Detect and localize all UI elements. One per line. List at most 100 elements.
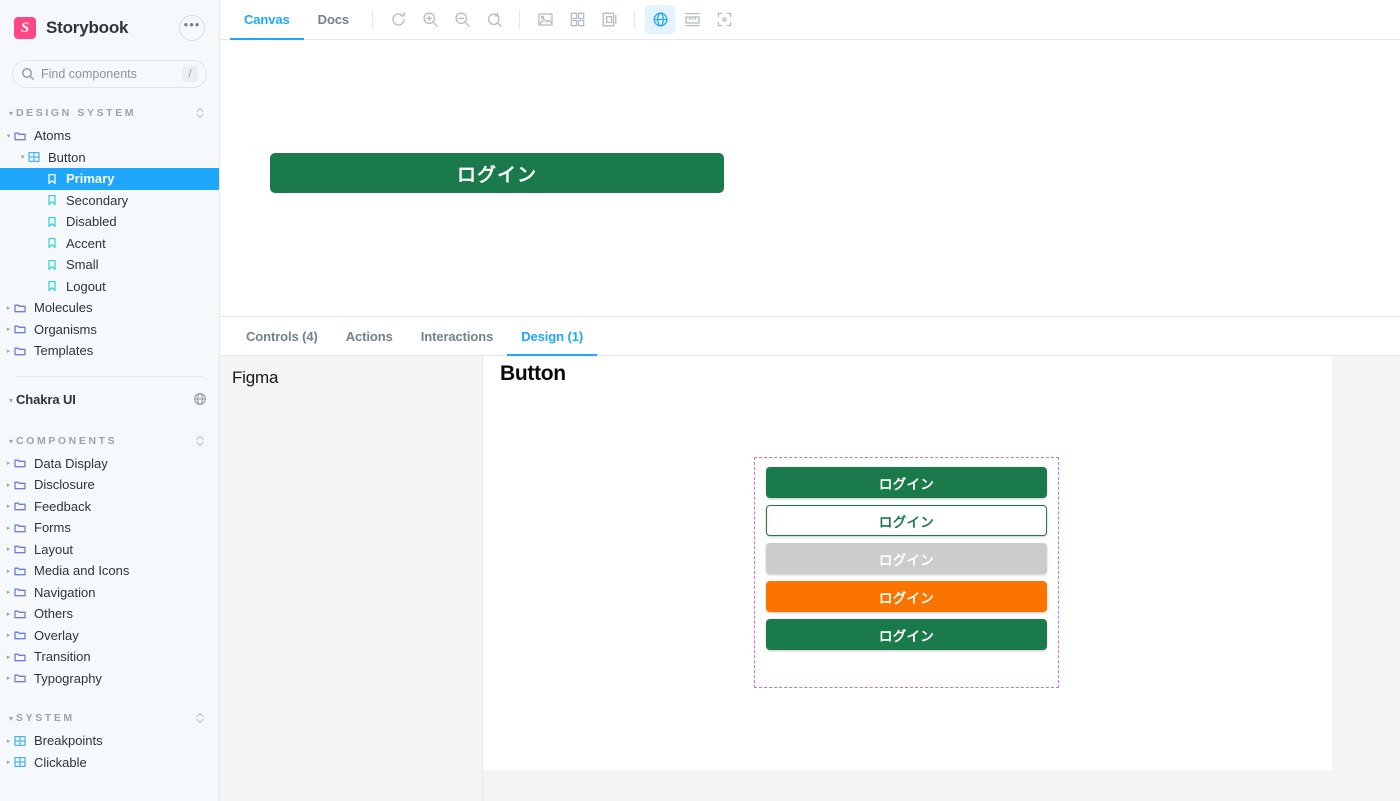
folder-icon — [13, 672, 27, 684]
chevron-right-icon[interactable]: ▸ — [4, 545, 13, 553]
sidebar-item-clickable[interactable]: ▸ Clickable — [0, 752, 219, 774]
expand-collapse-icon[interactable] — [193, 433, 207, 449]
chevron-right-icon[interactable]: ▸ — [4, 737, 13, 745]
sidebar-item-breakpoints[interactable]: ▸ Breakpoints — [0, 730, 219, 752]
figma-button-disabled[interactable]: ログイン — [766, 543, 1047, 574]
chevron-right-icon[interactable]: ▸ — [4, 674, 13, 682]
design-addon-body: Figma Button ログイン ログイン ログイン ログイン ログイン — [220, 356, 1400, 801]
tab-canvas[interactable]: Canvas — [230, 0, 304, 40]
chevron-down-icon[interactable]: ▾ — [4, 132, 13, 140]
chevron-right-icon[interactable]: ▸ — [4, 459, 13, 467]
sidebar-item-accent[interactable]: Accent — [0, 233, 219, 255]
measure-icon[interactable] — [677, 5, 707, 34]
chevron-down-icon[interactable]: ▾ — [18, 153, 27, 161]
background-icon[interactable] — [530, 5, 560, 34]
sidebar-item-navigation[interactable]: ▸ Navigation — [0, 582, 219, 604]
folder-icon — [13, 565, 27, 577]
sidebar-item-others[interactable]: ▸ Others — [0, 603, 219, 625]
component-tree: ▾ DESIGN SYSTEM ▾ Atoms ▾ Button Primary Second… — [0, 102, 219, 773]
figma-selection-frame[interactable]: ログイン ログイン ログイン ログイン ログイン — [754, 457, 1059, 688]
sidebar-section-system[interactable]: ▾ SYSTEM — [0, 707, 219, 730]
figma-button-accent[interactable]: ログイン — [766, 581, 1047, 612]
sidebar-item-overlay[interactable]: ▸ Overlay — [0, 625, 219, 647]
sidebar-item-label: Atoms — [34, 128, 71, 144]
toolbar-zoom-group — [382, 0, 510, 39]
folder-icon — [13, 323, 27, 335]
sidebar-item-label: Layout — [34, 541, 74, 557]
figma-button-logout[interactable]: ログイン — [766, 619, 1047, 650]
sidebar-item-label: Disabled — [66, 214, 117, 230]
sidebar-item-molecules[interactable]: ▸ Molecules — [0, 297, 219, 319]
sidebar-item-templates[interactable]: ▸ Templates — [0, 340, 219, 362]
globe-icon[interactable] — [193, 392, 207, 408]
chevron-right-icon[interactable]: ▸ — [4, 610, 13, 618]
sidebar-item-primary[interactable]: Primary — [0, 168, 219, 190]
sidebar-item-label: Primary — [66, 171, 115, 187]
addon-tab-interactions[interactable]: Interactions — [407, 317, 507, 355]
sidebar-item-label: Forms — [34, 520, 71, 536]
chevron-down-icon: ▾ — [8, 436, 13, 446]
chevron-right-icon[interactable]: ▸ — [4, 631, 13, 639]
sidebar-item-forms[interactable]: ▸ Forms — [0, 517, 219, 539]
sidebar-item-label: Small — [66, 257, 99, 273]
refresh-icon[interactable] — [383, 5, 413, 34]
sidebar-item-data-display[interactable]: ▸ Data Display — [0, 453, 219, 475]
addon-tab-controls[interactable]: Controls (4) — [232, 317, 332, 355]
sidebar-section-design-system[interactable]: ▾ DESIGN SYSTEM — [0, 102, 219, 125]
component-icon — [27, 151, 41, 163]
sidebar-section-chakra-ui[interactable]: ▾ Chakra UI — [0, 389, 219, 412]
sidebar-section-components[interactable]: ▾ COMPONENTS — [0, 430, 219, 453]
figma-button-primary[interactable]: ログイン — [766, 467, 1047, 498]
addon-tab-actions[interactable]: Actions — [332, 317, 407, 355]
layers-icon[interactable] — [594, 5, 624, 34]
figma-canvas[interactable]: Button ログイン ログイン ログイン ログイン ログイン — [483, 356, 1332, 770]
tab-docs[interactable]: Docs — [304, 0, 363, 39]
zoom-in-icon[interactable] — [415, 5, 445, 34]
sidebar-item-small[interactable]: Small — [0, 254, 219, 276]
chevron-right-icon[interactable]: ▸ — [4, 758, 13, 766]
chevron-right-icon[interactable]: ▸ — [4, 325, 13, 333]
figma-button-secondary[interactable]: ログイン — [766, 505, 1047, 536]
chevron-right-icon[interactable]: ▸ — [4, 567, 13, 575]
sidebar-item-organisms[interactable]: ▸ Organisms — [0, 319, 219, 341]
expand-collapse-icon[interactable] — [193, 710, 207, 726]
chevron-right-icon[interactable]: ▸ — [4, 304, 13, 312]
sidebar-item-label: Transition — [34, 649, 91, 665]
outline-icon[interactable] — [709, 5, 739, 34]
folder-icon — [13, 457, 27, 469]
storybook-logo-icon[interactable]: S — [14, 17, 36, 39]
search-box[interactable]: / — [12, 60, 207, 88]
sidebar-item-layout[interactable]: ▸ Layout — [0, 539, 219, 561]
sidebar-item-label: Secondary — [66, 192, 129, 208]
chevron-right-icon[interactable]: ▸ — [4, 588, 13, 596]
folder-icon — [13, 479, 27, 491]
sidebar-item-transition[interactable]: ▸ Transition — [0, 646, 219, 668]
globe-icon[interactable] — [645, 5, 676, 34]
sidebar-item-feedback[interactable]: ▸ Feedback — [0, 496, 219, 518]
zoom-out-icon[interactable] — [447, 5, 477, 34]
sidebar-item-media-and-icons[interactable]: ▸ Media and Icons — [0, 560, 219, 582]
chevron-right-icon[interactable]: ▸ — [4, 524, 13, 532]
story-icon — [45, 194, 59, 206]
sidebar-item-disabled[interactable]: Disabled — [0, 211, 219, 233]
search-input[interactable] — [41, 67, 182, 81]
sidebar-item-secondary[interactable]: Secondary — [0, 190, 219, 212]
sidebar-item-button[interactable]: ▾ Button — [0, 147, 219, 169]
sidebar-item-atoms[interactable]: ▾ Atoms — [0, 125, 219, 147]
sidebar-item-typography[interactable]: ▸ Typography — [0, 668, 219, 690]
grid-icon[interactable] — [562, 5, 592, 34]
folder-icon — [13, 302, 27, 314]
sidebar-item-disclosure[interactable]: ▸ Disclosure — [0, 474, 219, 496]
story-login-button[interactable]: ログイン — [270, 153, 724, 193]
chevron-right-icon[interactable]: ▸ — [4, 502, 13, 510]
sidebar-item-logout[interactable]: Logout — [0, 276, 219, 298]
chevron-right-icon[interactable]: ▸ — [4, 653, 13, 661]
ellipsis-icon[interactable]: ••• — [179, 15, 205, 41]
folder-icon — [13, 543, 27, 555]
canvas-tab-group: Canvas Docs — [230, 0, 363, 40]
expand-collapse-icon[interactable] — [193, 105, 207, 121]
zoom-reset-icon[interactable] — [479, 5, 509, 34]
addon-tab-design[interactable]: Design (1) — [507, 317, 597, 356]
chevron-right-icon[interactable]: ▸ — [4, 481, 13, 489]
chevron-right-icon[interactable]: ▸ — [4, 347, 13, 355]
